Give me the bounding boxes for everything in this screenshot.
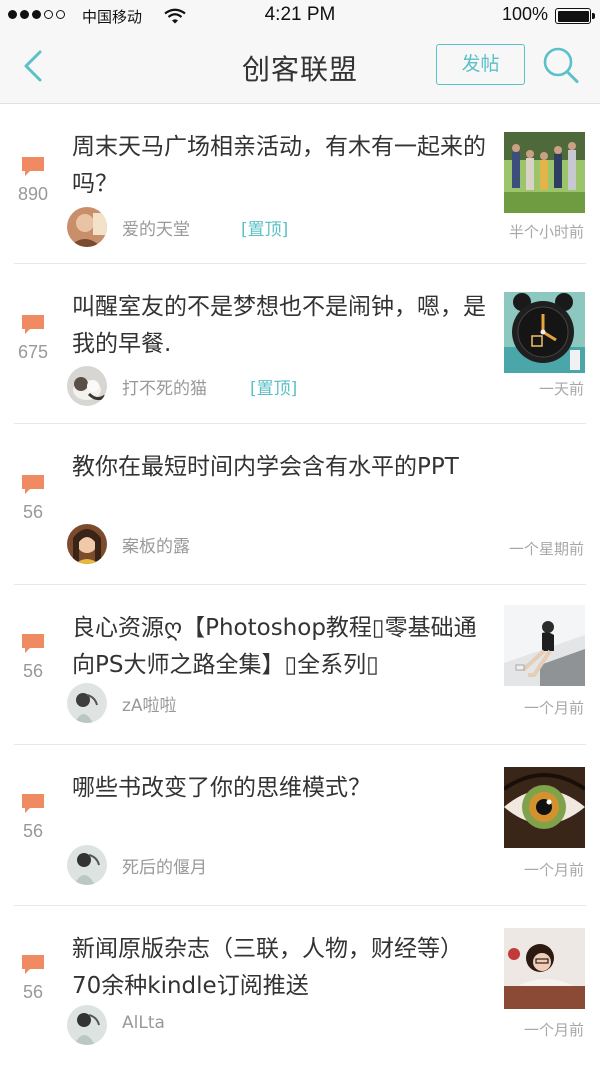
comment-icon — [22, 475, 44, 494]
post-title[interactable]: 新闻原版杂志（三联，人物，财经等）70余种kindle订阅推送 — [72, 931, 492, 1005]
avatar[interactable] — [67, 207, 107, 247]
comment-icon — [22, 794, 44, 813]
avatar[interactable] — [67, 366, 107, 406]
author-name[interactable]: 死后的偃月 — [122, 853, 207, 878]
nav-bar: 创客联盟 发帖 — [0, 32, 600, 104]
avatar[interactable] — [67, 845, 107, 885]
post-list: 890 周末天马广场相亲活动，有木有一起来的吗？ 爱的天堂 [置顶] 半个小时前… — [0, 104, 600, 1066]
author-name[interactable]: 爱的天堂 — [122, 215, 190, 240]
post-time: 半个小时前 — [508, 223, 584, 241]
post-item[interactable]: 56 新闻原版杂志（三联，人物，财经等）70余种kindle订阅推送 AlLta… — [14, 906, 586, 1066]
comment-icon — [22, 157, 44, 176]
post-thumbnail[interactable] — [504, 767, 585, 848]
post-title[interactable]: 周末天马广场相亲活动，有木有一起来的吗？ — [72, 129, 492, 203]
pinned-tag: [置顶] — [241, 220, 289, 240]
comment-count: 675 — [17, 342, 49, 362]
battery-percent: 100% — [502, 4, 549, 24]
comment-count: 56 — [22, 821, 44, 841]
chevron-left-icon[interactable] — [18, 44, 54, 88]
post-item[interactable]: 890 周末天马广场相亲活动，有木有一起来的吗？ 爱的天堂 [置顶] 半个小时前 — [14, 104, 586, 264]
comment-count: 890 — [17, 184, 49, 204]
post-item[interactable]: 56 教你在最短时间内学会含有水平的PPT 案板的露 一个星期前 — [14, 424, 586, 585]
author-name[interactable]: 打不死的猫 — [122, 374, 207, 399]
comment-icon — [22, 315, 44, 334]
post-thumbnail[interactable] — [504, 292, 585, 373]
post-thumbnail[interactable] — [504, 605, 585, 686]
pinned-tag: [置顶] — [250, 379, 298, 399]
search-icon[interactable] — [541, 44, 581, 86]
avatar[interactable] — [67, 524, 107, 564]
post-item[interactable]: 675 叫醒室友的不是梦想也不是闹钟，嗯，是我的早餐. 打不死的猫 [置顶] 一… — [14, 264, 586, 424]
avatar[interactable] — [67, 683, 107, 723]
comment-count: 56 — [22, 661, 44, 681]
battery-icon — [555, 8, 595, 24]
author-name[interactable]: zA啦啦 — [122, 691, 177, 716]
post-item[interactable]: 56 良心资源ღ【Photoshop教程▯零基础通向PS大师之路全集】▯全系列▯… — [14, 585, 586, 745]
comment-count: 56 — [22, 502, 44, 522]
post-title[interactable]: 哪些书改变了你的思维模式？ — [72, 770, 492, 807]
post-time: 一个月前 — [523, 699, 584, 717]
comment-icon — [22, 955, 44, 974]
post-item[interactable]: 56 哪些书改变了你的思维模式？ 死后的偃月 一个月前 — [14, 745, 586, 906]
author-name[interactable]: AlLta — [122, 1013, 165, 1033]
comment-count: 56 — [22, 982, 44, 1002]
post-time: 一个星期前 — [508, 540, 584, 558]
author-name[interactable]: 案板的露 — [122, 532, 190, 557]
post-time: 一个月前 — [523, 861, 584, 879]
avatar[interactable] — [67, 1005, 107, 1045]
post-title[interactable]: 教你在最短时间内学会含有水平的PPT — [72, 449, 492, 486]
post-title[interactable]: 叫醒室友的不是梦想也不是闹钟，嗯，是我的早餐. — [72, 289, 492, 363]
post-title[interactable]: 良心资源ღ【Photoshop教程▯零基础通向PS大师之路全集】▯全系列▯ — [72, 610, 492, 684]
comment-icon — [22, 634, 44, 653]
post-time: 一个月前 — [523, 1021, 584, 1039]
status-bar: 中国移动 4:21 PM 100% — [0, 0, 600, 32]
post-thumbnail[interactable] — [504, 132, 585, 213]
post-button[interactable]: 发帖 — [436, 44, 525, 85]
post-time: 一天前 — [538, 380, 584, 398]
post-thumbnail[interactable] — [504, 928, 585, 1009]
